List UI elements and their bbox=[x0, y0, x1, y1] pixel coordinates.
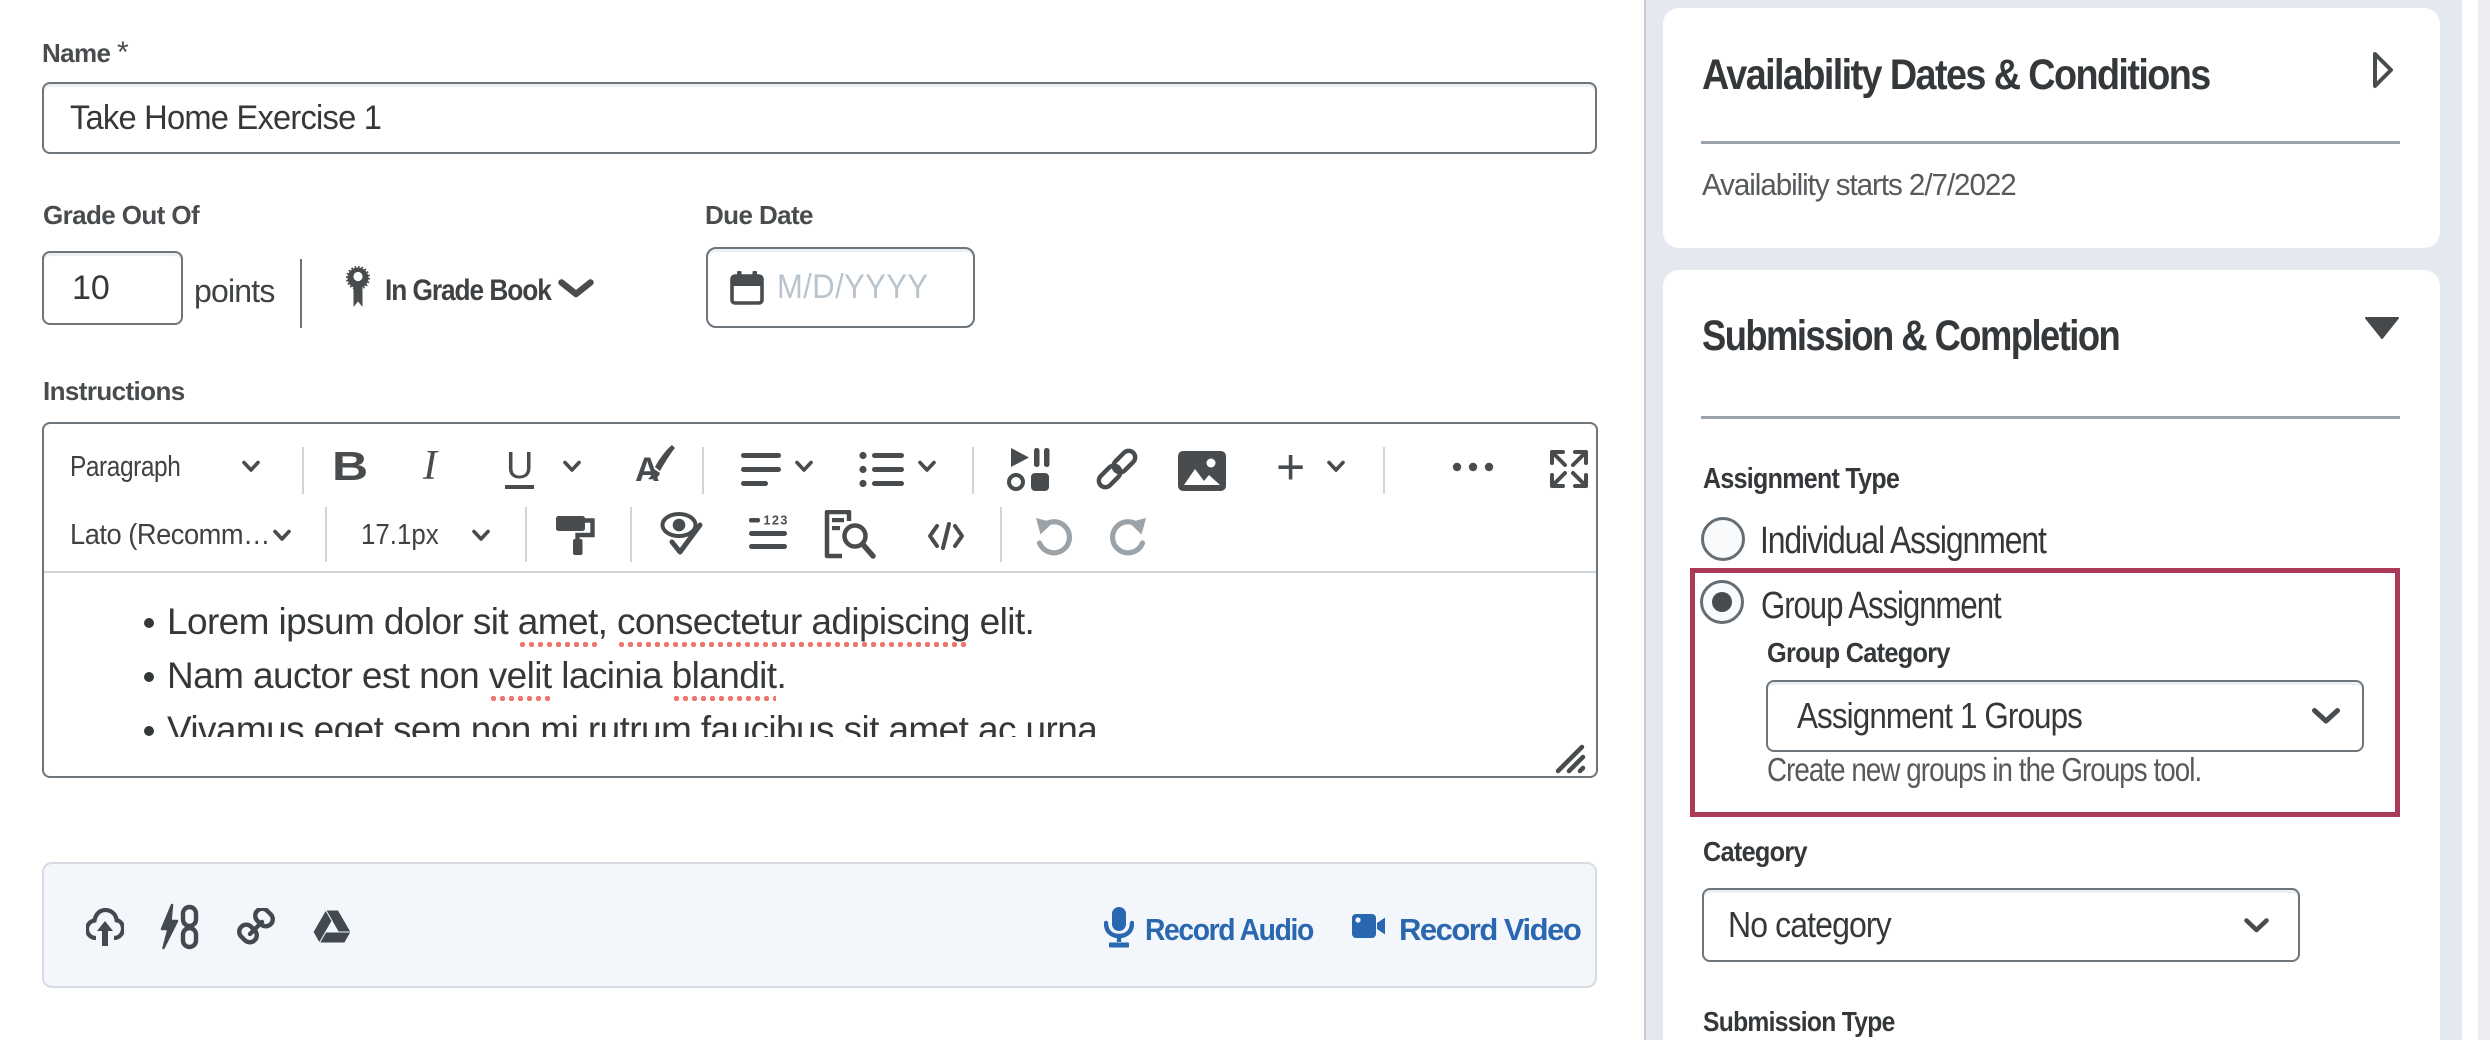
svg-text:123: 123 bbox=[764, 514, 789, 528]
